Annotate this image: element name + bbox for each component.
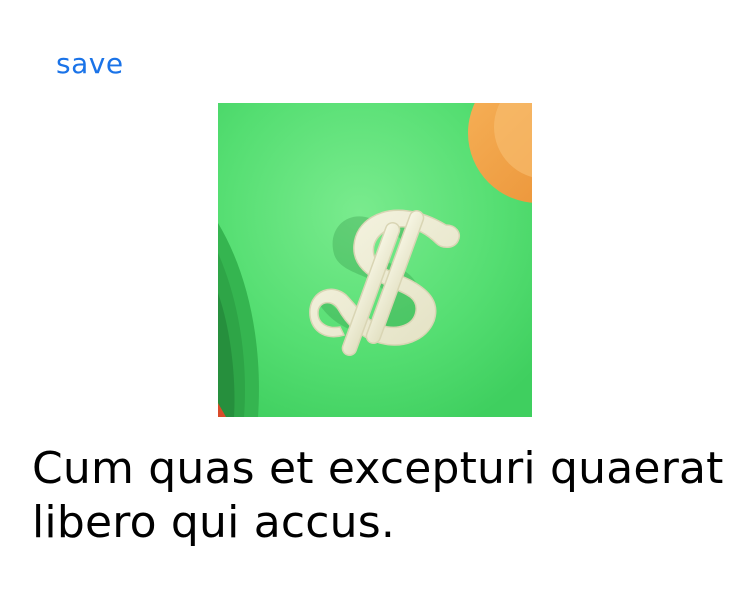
save-button[interactable]: save: [56, 44, 124, 84]
dollar-sign-icon: [218, 103, 532, 417]
dollar-illustration: [218, 103, 532, 417]
headline-text: Cum quas et excepturi quaerat libero qui…: [32, 443, 724, 548]
